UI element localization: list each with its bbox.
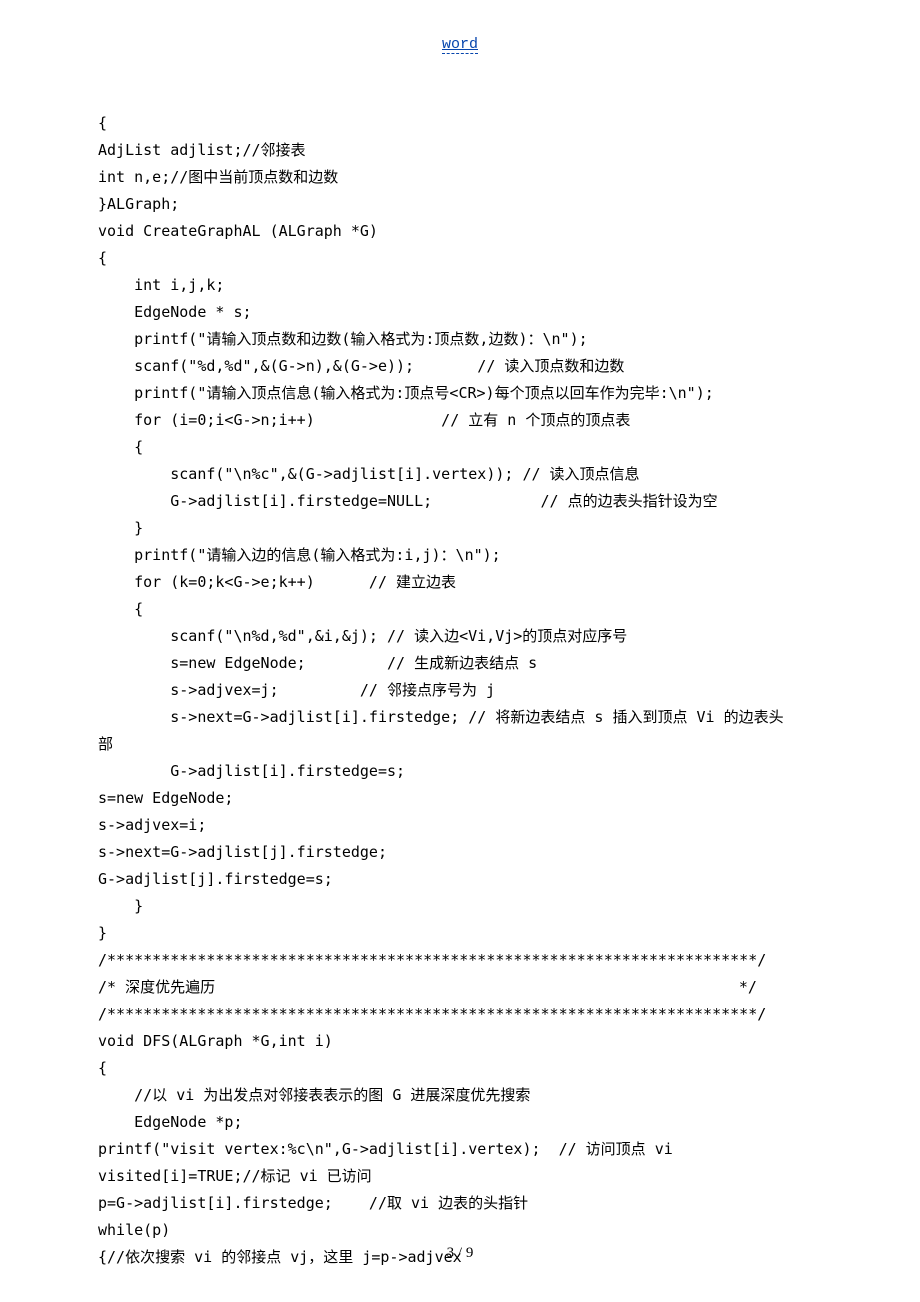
- code-line: }ALGraph;: [98, 191, 833, 218]
- code-line: void DFS(ALGraph *G,int i): [98, 1028, 833, 1055]
- code-line: printf("请输入顶点数和边数(输入格式为:顶点数,边数)：\n");: [98, 326, 833, 353]
- code-line: s->adjvex=i;: [98, 812, 833, 839]
- code-line: EdgeNode * s;: [98, 299, 833, 326]
- code-line: {: [98, 596, 833, 623]
- code-line: 部: [98, 731, 833, 758]
- code-line: scanf("%d,%d",&(G->n),&(G->e)); // 读入顶点数…: [98, 353, 833, 380]
- code-line: }: [98, 920, 833, 947]
- code-content: {AdjList adjlist;//邻接表int n,e;//图中当前顶点数和…: [98, 110, 833, 1271]
- code-line: for (i=0;i<G->n;i++) // 立有 n 个顶点的顶点表: [98, 407, 833, 434]
- code-line: for (k=0;k<G->e;k++) // 建立边表: [98, 569, 833, 596]
- code-line: {: [98, 110, 833, 137]
- page-footer: 3 / 9: [0, 1240, 920, 1267]
- code-line: int i,j,k;: [98, 272, 833, 299]
- code-line: }: [98, 515, 833, 542]
- header-link[interactable]: word: [442, 36, 478, 54]
- code-line: scanf("\n%c",&(G->adjlist[i].vertex)); /…: [98, 461, 833, 488]
- code-line: s->adjvex=j; // 邻接点序号为 j: [98, 677, 833, 704]
- code-line: printf("请输入顶点信息(输入格式为:顶点号<CR>)每个顶点以回车作为完…: [98, 380, 833, 407]
- page-number: 3 / 9: [447, 1245, 474, 1261]
- code-line: G->adjlist[i].firstedge=s;: [98, 758, 833, 785]
- code-line: {: [98, 245, 833, 272]
- code-line: EdgeNode *p;: [98, 1109, 833, 1136]
- code-line: G->adjlist[i].firstedge=NULL; // 点的边表头指针…: [98, 488, 833, 515]
- code-line: printf("请输入边的信息(输入格式为:i,j)：\n");: [98, 542, 833, 569]
- code-line: visited[i]=TRUE;//标记 vi 已访问: [98, 1163, 833, 1190]
- code-line: p=G->adjlist[i].firstedge; //取 vi 边表的头指针: [98, 1190, 833, 1217]
- code-line: {: [98, 434, 833, 461]
- code-line: scanf("\n%d,%d",&i,&j); // 读入边<Vi,Vj>的顶点…: [98, 623, 833, 650]
- code-line: AdjList adjlist;//邻接表: [98, 137, 833, 164]
- code-line: s=new EdgeNode; // 生成新边表结点 s: [98, 650, 833, 677]
- code-line: void CreateGraphAL (ALGraph *G): [98, 218, 833, 245]
- code-line: }: [98, 893, 833, 920]
- code-line: s->next=G->adjlist[j].firstedge;: [98, 839, 833, 866]
- code-line: int n,e;//图中当前顶点数和边数: [98, 164, 833, 191]
- code-line: s->next=G->adjlist[i].firstedge; // 将新边表…: [98, 704, 833, 731]
- code-line: {: [98, 1055, 833, 1082]
- code-line: printf("visit vertex:%c\n",G->adjlist[i]…: [98, 1136, 833, 1163]
- code-line: //以 vi 为出发点对邻接表表示的图 G 进展深度优先搜索: [98, 1082, 833, 1109]
- page-header: word: [0, 30, 920, 58]
- code-line: G->adjlist[j].firstedge=s;: [98, 866, 833, 893]
- code-line: /***************************************…: [98, 1001, 833, 1028]
- code-line: /***************************************…: [98, 947, 833, 974]
- code-line: /* 深度优先遍历 */: [98, 974, 833, 1001]
- code-line: s=new EdgeNode;: [98, 785, 833, 812]
